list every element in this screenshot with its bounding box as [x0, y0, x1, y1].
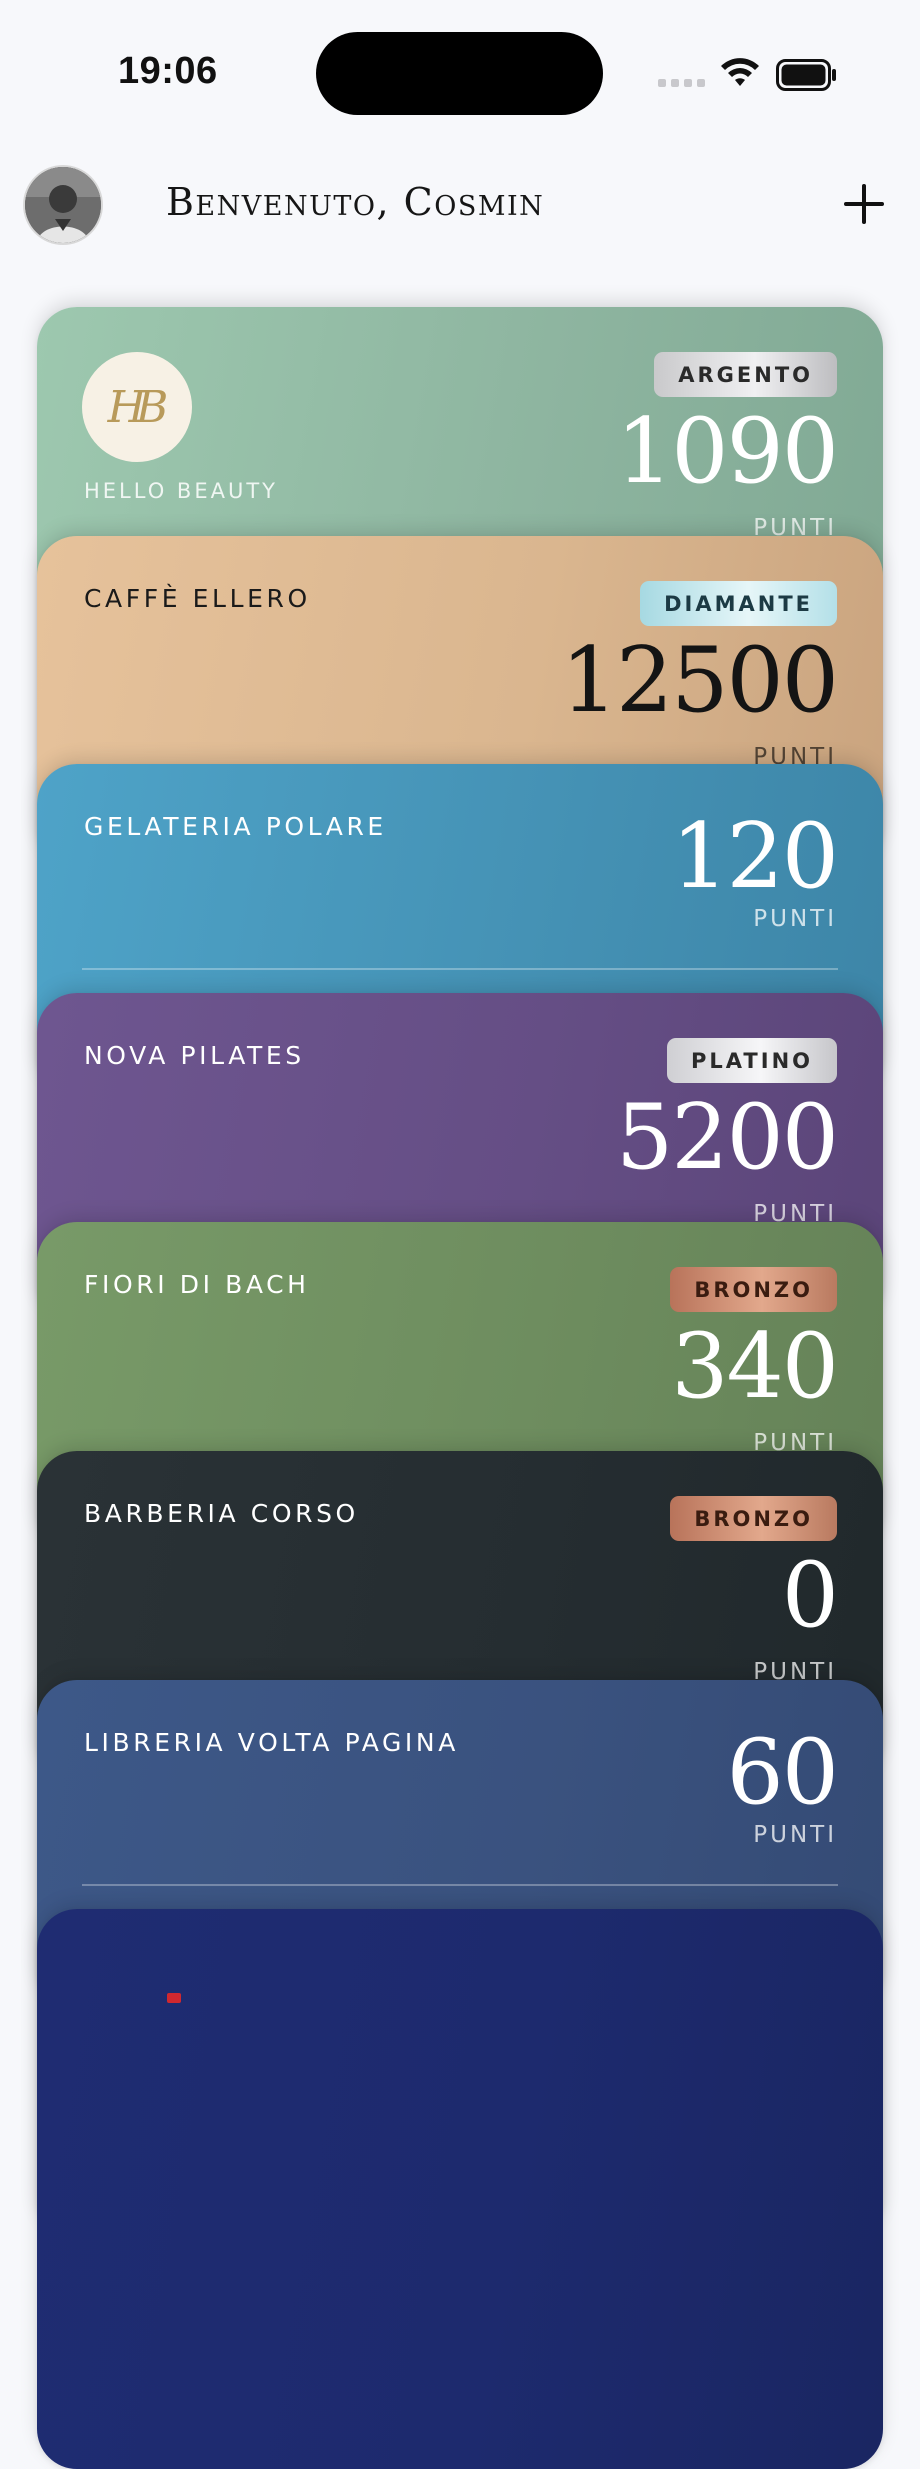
merchant-name: NOVA PILATES [84, 1041, 305, 1070]
avatar[interactable] [25, 167, 101, 243]
points-label: PUNTI [753, 1822, 837, 1848]
merchant-logo: HB [82, 352, 192, 462]
status-time: 19:06 [118, 50, 218, 92]
card-divider [82, 1884, 838, 1886]
card-divider [82, 968, 838, 970]
points-value: 1090 [615, 399, 839, 504]
dynamic-island [316, 32, 603, 115]
merchant-logo [167, 1993, 181, 2003]
wifi-icon [721, 58, 759, 86]
points-value: 60 [726, 1720, 839, 1825]
points-value: 120 [671, 804, 839, 909]
points-value: 340 [671, 1314, 839, 1419]
merchant-name: LIBRERIA VOLTA PAGINA [84, 1728, 459, 1757]
cellular-signal-icon [658, 79, 705, 87]
merchant-name: HELLO BEAUTY [84, 479, 278, 503]
add-card-button[interactable] [844, 184, 884, 224]
battery-icon [776, 59, 836, 91]
tier-badge: BRONZO [670, 1267, 837, 1312]
merchant-name: CAFFÈ ELLERO [84, 584, 311, 613]
points-value: 12500 [560, 628, 839, 733]
merchant-name: GELATERIA POLARE [84, 812, 387, 841]
merchant-name: FIORI DI BACH [84, 1270, 310, 1299]
merchant-name: BARBERIA CORSO [84, 1499, 359, 1528]
tier-badge: PLATINO [667, 1038, 837, 1083]
greeting-title: Benvenuto, Cosmin [166, 180, 545, 224]
tier-badge: DIAMANTE [640, 581, 837, 626]
loyalty-card-partial[interactable] [37, 1909, 883, 2469]
points-value: 0 [781, 1543, 839, 1648]
points-label: PUNTI [753, 906, 837, 932]
tier-badge: BRONZO [670, 1496, 837, 1541]
points-value: 5200 [615, 1085, 839, 1190]
tier-badge: ARGENTO [654, 352, 837, 397]
